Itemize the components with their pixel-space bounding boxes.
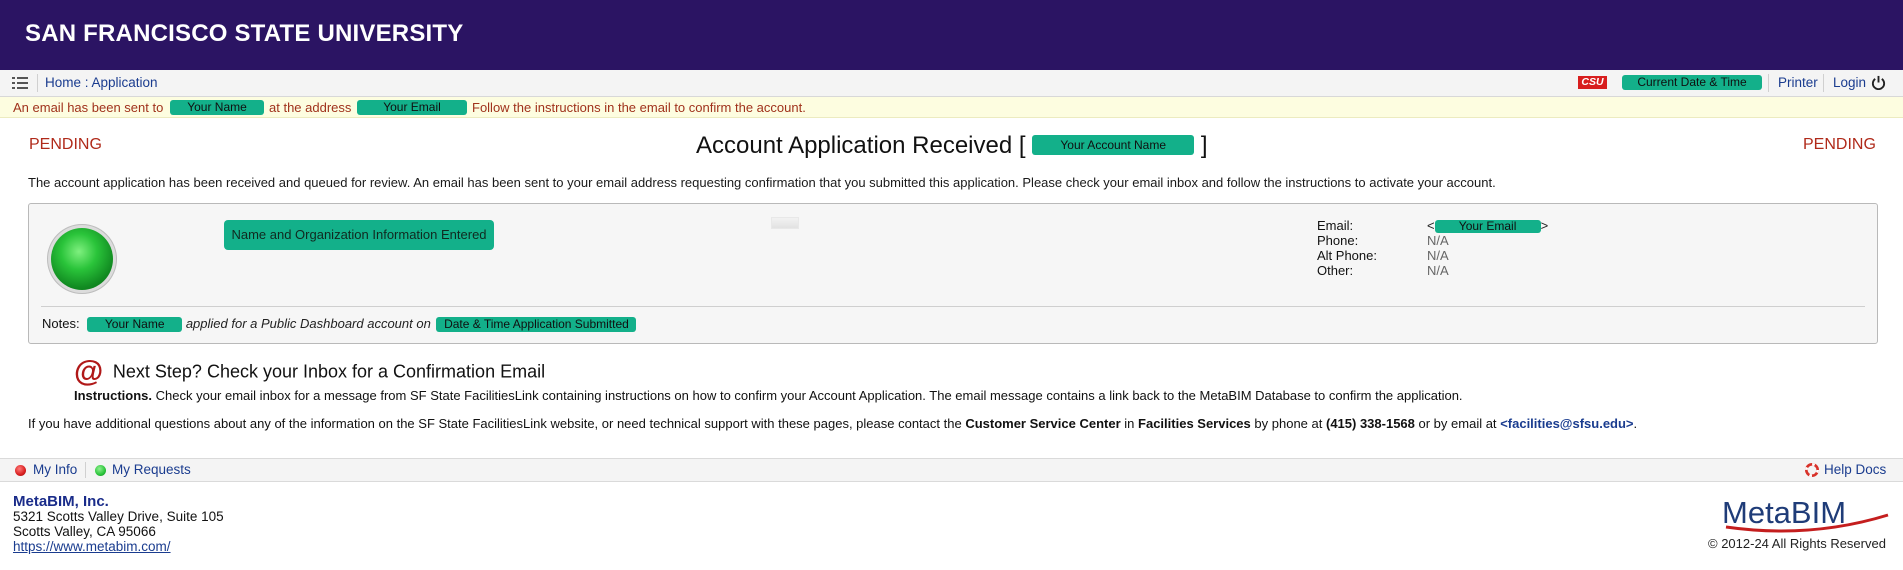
status-pending-left: PENDING	[29, 136, 102, 153]
footer-nav: My Info My Requests Help Docs	[0, 458, 1903, 482]
alt-phone-label: Alt Phone:	[1317, 248, 1377, 263]
breadcrumb[interactable]: Home : Application	[45, 75, 158, 90]
image-thumbnail	[771, 217, 799, 229]
status-pending-right: PENDING	[1803, 136, 1876, 153]
green-status-icon	[51, 228, 113, 290]
email-pill: Your Email	[1434, 220, 1541, 233]
metabim-logo: MetaBIM	[1720, 493, 1895, 538]
next-step-heading: @ Next Step? Check your Inbox for a Conf…	[74, 355, 545, 389]
company-address-1: 5321 Scotts Valley Drive, Suite 105	[13, 509, 224, 524]
notes-name-pill: Your Name	[87, 317, 183, 332]
top-navbar: Home : Application Current Date & Time P…	[0, 70, 1903, 97]
university-title: SAN FRANCISCO STATE UNIVERSITY	[25, 20, 464, 47]
email-label: Email:	[1317, 218, 1354, 233]
phone-value: N/A	[1427, 233, 1449, 248]
alert-text-3: Follow the instructions in the email to …	[472, 100, 806, 115]
alert-email-pill: Your Email	[357, 100, 467, 115]
email-sent-alert: An email has been sent to Your Name at t…	[0, 97, 1903, 118]
page-title-text: Account Application Received [	[696, 132, 1026, 159]
lifebuoy-icon	[1805, 463, 1819, 477]
notes-label: Notes:	[42, 316, 80, 331]
logo-text: MetaBIM	[1722, 495, 1846, 530]
alt-phone-value: N/A	[1427, 248, 1449, 263]
instructions-label: Instructions.	[74, 388, 153, 403]
email-value: < Your Email >	[1427, 218, 1548, 233]
help-text-5: by phone at	[1254, 416, 1323, 431]
help-text-3: in	[1124, 416, 1135, 431]
other-value: N/A	[1427, 263, 1449, 278]
company-website-link[interactable]: https://www.metabim.com/	[13, 539, 171, 554]
help-facilities-services: Facilities Services	[1138, 416, 1251, 431]
help-customer-service: Customer Service Center	[965, 416, 1121, 431]
power-icon[interactable]	[1871, 75, 1886, 90]
my-info-link[interactable]: My Info	[33, 462, 77, 477]
notes-row: Notes: Your Name applied for a Public Da…	[42, 316, 637, 332]
next-step-title: Next Step? Check your Inbox for a Confir…	[112, 361, 546, 382]
footer-separator	[85, 462, 86, 478]
step-entered-button[interactable]: Name and Organization Information Entere…	[224, 220, 494, 250]
account-name-pill: Your Account Name	[1032, 135, 1195, 155]
current-datetime: Current Date & Time	[1622, 75, 1762, 90]
help-docs-link[interactable]: Help Docs	[1824, 462, 1886, 477]
at-sign-icon: @	[74, 355, 104, 388]
my-requests-link[interactable]: My Requests	[112, 462, 191, 477]
other-label: Other:	[1317, 263, 1354, 278]
nav-separator	[1823, 74, 1824, 92]
nav-separator	[37, 74, 38, 92]
page-title: Account Application Received [ Your Acco…	[696, 132, 1208, 160]
login-link[interactable]: Login	[1833, 75, 1866, 90]
help-text-6: or by email at	[1418, 416, 1497, 431]
company-info: MetaBIM, Inc. 5321 Scotts Valley Drive, …	[13, 494, 224, 554]
csu-logo: CSU	[1578, 76, 1607, 89]
email-gt: >	[1540, 218, 1549, 233]
copyright: © 2012-24 All Rights Reserved	[1708, 536, 1886, 551]
instructions-text: Check your email inbox for a message fro…	[155, 388, 1463, 403]
alert-text-2: at the address	[269, 100, 352, 115]
support-paragraph: If you have additional questions about a…	[28, 416, 1637, 431]
printer-link[interactable]: Printer	[1778, 75, 1818, 90]
nav-separator	[1768, 74, 1769, 92]
application-status-panel: Name and Organization Information Entere…	[28, 203, 1878, 344]
help-email-link[interactable]: <facilities@sfsu.edu>	[1500, 416, 1633, 431]
company-address-2: Scotts Valley, CA 95066	[13, 524, 156, 539]
notes-date-pill: Date & Time Application Submitted	[436, 317, 637, 332]
help-text-7: .	[1633, 416, 1638, 431]
panel-divider	[41, 306, 1865, 307]
email-lt: <	[1427, 218, 1435, 233]
company-name: MetaBIM, Inc.	[13, 493, 109, 510]
phone-label: Phone:	[1317, 233, 1359, 248]
alert-text-1: An email has been sent to	[13, 100, 164, 115]
intro-paragraph: The account application has been receive…	[28, 175, 1496, 190]
university-banner: SAN FRANCISCO STATE UNIVERSITY	[0, 0, 1903, 71]
green-dot-icon	[95, 465, 106, 476]
help-phone: (415) 338-1568	[1325, 416, 1415, 431]
page-title-close: ]	[1200, 132, 1208, 159]
instructions: Instructions. Check your email inbox for…	[74, 388, 1463, 403]
list-menu-icon[interactable]	[12, 76, 28, 90]
red-dot-icon	[15, 465, 26, 476]
alert-name-pill: Your Name	[170, 100, 264, 115]
help-text-1: If you have additional questions about a…	[28, 416, 962, 431]
notes-text: applied for a Public Dashboard account o…	[185, 316, 431, 331]
